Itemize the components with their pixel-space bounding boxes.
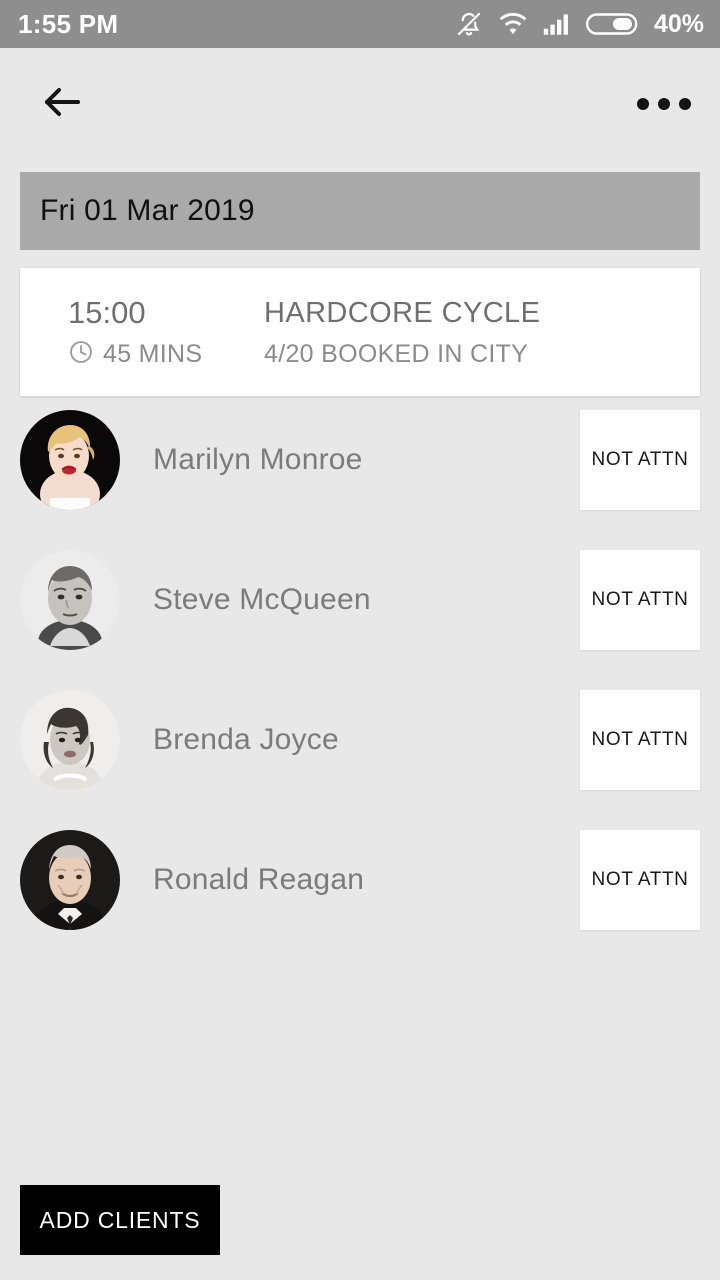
avatar: [20, 550, 120, 650]
avatar: [20, 690, 120, 790]
class-duration-label: 45 MINS: [103, 339, 203, 368]
status-bar-icons: 40%: [454, 9, 704, 39]
avatar: [20, 410, 120, 510]
client-name: Brenda Joyce: [153, 723, 339, 756]
status-bar-clock: 1:55 PM: [18, 8, 119, 39]
more-options-icon-dot3: [679, 98, 691, 110]
battery-icon: [585, 11, 638, 37]
back-arrow-icon: [40, 82, 84, 127]
class-duration-row: 45 MINS: [68, 339, 248, 370]
clock-icon: [68, 339, 94, 370]
signal-icon: [542, 12, 572, 36]
list-item[interactable]: Marilyn Monroe NOT ATTN: [0, 410, 720, 510]
class-summary-card[interactable]: 15:00 45 MINS HARDCORE CYCLE 4/20 BOOKED…: [20, 268, 700, 396]
client-name: Marilyn Monroe: [153, 443, 363, 476]
app-bar: [0, 48, 720, 160]
class-time-block: 15:00 45 MINS: [68, 294, 248, 370]
list-item[interactable]: Brenda Joyce NOT ATTN: [0, 690, 720, 790]
battery-percent-label: 40%: [653, 9, 704, 38]
more-options-icon-dot2: [658, 98, 670, 110]
more-options-icon: [637, 98, 649, 110]
add-clients-button[interactable]: ADD CLIENTS: [20, 1185, 220, 1255]
attendance-status-button[interactable]: NOT ATTN: [580, 410, 700, 510]
client-name: Ronald Reagan: [153, 863, 365, 896]
attendance-status-button[interactable]: NOT ATTN: [580, 830, 700, 930]
status-bar: 1:55 PM 40%: [0, 0, 720, 48]
class-booking-count: 4/20 BOOKED IN CITY: [264, 339, 529, 368]
class-start-time: 15:00: [68, 295, 146, 331]
list-item[interactable]: Ronald Reagan NOT ATTN: [0, 830, 720, 930]
app-screen: 1:55 PM 40% Fri 01 Mar 2019 15:00 45 MIN…: [0, 0, 720, 1280]
client-name: Steve McQueen: [153, 583, 371, 616]
class-detail-block: HARDCORE CYCLE 4/20 BOOKED IN CITY: [264, 295, 540, 369]
date-header: Fri 01 Mar 2019: [20, 172, 700, 250]
attendance-status-button[interactable]: NOT ATTN: [580, 690, 700, 790]
list-item[interactable]: Steve McQueen NOT ATTN: [0, 550, 720, 650]
back-button[interactable]: [34, 76, 90, 132]
wifi-icon: [498, 12, 528, 36]
attendance-status-button[interactable]: NOT ATTN: [580, 550, 700, 650]
more-options-button[interactable]: [636, 76, 692, 132]
class-title: HARDCORE CYCLE: [264, 297, 541, 330]
client-list: Marilyn Monroe NOT ATTN Steve McQueen NO…: [0, 410, 720, 930]
date-label: Fri 01 Mar 2019: [40, 194, 255, 227]
avatar: [20, 830, 120, 930]
bell-mute-icon: [454, 9, 484, 39]
